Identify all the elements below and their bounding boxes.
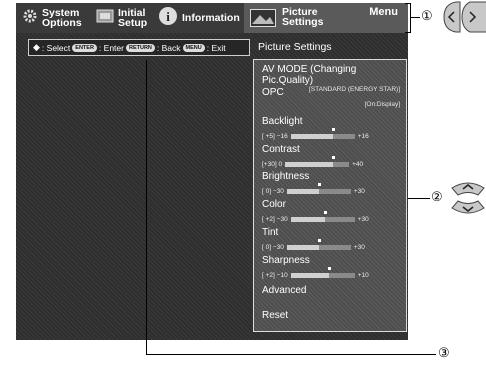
gear-icon — [22, 8, 38, 29]
item-label: AV MODE (Changing Pic.Quality) — [262, 64, 357, 86]
exit-hint: : Exit — [206, 42, 226, 53]
slider-fill — [286, 245, 319, 250]
max-value: +16 — [357, 133, 369, 140]
tab-label: System Options — [42, 7, 82, 29]
picture-settings-panel: AV MODE (Changing Pic.Quality) [STANDARD… — [253, 59, 407, 332]
max-value: +10 — [357, 272, 369, 279]
min-value: 0 — [278, 161, 283, 168]
backlight-slider[interactable]: [ +5] −16 +16 — [262, 128, 369, 140]
max-value: +30 — [353, 188, 365, 195]
callout-two-leader — [408, 198, 430, 199]
menu-item-color[interactable]: Color [ +2] −30 +30 — [262, 199, 400, 227]
tab-initial-setup[interactable]: Initial Setup — [96, 6, 147, 30]
info-icon: i — [158, 6, 178, 31]
menu-button-icon: MENU — [182, 43, 205, 52]
item-label: Color — [262, 199, 286, 210]
callout-two-label: ② — [431, 189, 443, 204]
slider-fill — [285, 162, 334, 167]
select-hint: : Select — [41, 42, 71, 53]
menu-item-reset[interactable]: Reset — [262, 310, 400, 321]
slider-marker — [331, 128, 335, 131]
sharpness-slider[interactable]: [ +2] −10 +10 — [262, 267, 369, 279]
max-value: +30 — [353, 244, 365, 251]
picture-icon — [250, 9, 276, 32]
menu-tab-bar: System Options Initial Setup i Informati… — [16, 3, 408, 33]
menu-title: Menu — [369, 6, 398, 18]
brightness-slider[interactable]: [ 0] −30 +30 — [262, 183, 365, 195]
current-value: [+30] — [262, 161, 277, 168]
setup-icon — [96, 8, 114, 29]
enter-button-icon: ENTER — [72, 43, 97, 52]
callout-three-vertical-leader — [146, 60, 147, 354]
item-label: OPC — [262, 87, 284, 98]
menu-item-contrast[interactable]: Contrast [+30] 0 +40 — [262, 144, 400, 172]
slider-marker — [317, 183, 321, 186]
min-value: −30 — [276, 216, 288, 223]
slider-marker — [317, 239, 321, 242]
callout-one-bracket — [405, 3, 411, 33]
slider-track — [290, 128, 355, 139]
tab-label: Picture Settings — [282, 6, 324, 28]
current-value: [ +5] — [262, 133, 275, 140]
callout-one-leader — [411, 17, 420, 18]
tab-label: Information — [182, 12, 240, 24]
menu-item-advanced[interactable]: Advanced — [262, 285, 400, 296]
item-label: Contrast — [262, 144, 300, 155]
slider-marker — [332, 156, 336, 159]
slider-track — [290, 211, 355, 222]
slider-track — [285, 156, 350, 167]
callout-one-label: ① — [421, 8, 433, 23]
tv-menu-screen: System Options Initial Setup i Informati… — [16, 3, 408, 340]
up-down-buttons-icon — [451, 182, 485, 214]
item-label: Backlight — [262, 116, 303, 127]
item-label: Advanced — [262, 285, 307, 296]
max-value: +40 — [352, 161, 364, 168]
item-value: [On:Display] — [364, 101, 400, 108]
back-hint: : Back — [156, 42, 181, 53]
slider-track — [286, 183, 351, 194]
menu-item-tint[interactable]: Tint [ 0] −30 +30 — [262, 227, 400, 255]
callout-three-horizontal-leader — [146, 354, 436, 355]
navigation-help-bar: ◆ : Select ENTER : Enter RETURN : Back M… — [28, 39, 250, 56]
min-value: −10 — [276, 272, 288, 279]
slider-fill — [286, 189, 319, 194]
tint-slider[interactable]: [ 0] −30 +30 — [262, 239, 365, 251]
slider-marker — [323, 211, 327, 214]
current-value: [ +2] — [262, 272, 275, 279]
menu-item-backlight[interactable]: Backlight [ +5] −16 +16 — [262, 116, 400, 144]
current-value: [ +2] — [262, 216, 275, 223]
item-label: Tint — [262, 227, 279, 238]
max-value: +30 — [357, 216, 369, 223]
left-right-buttons-icon — [443, 1, 486, 33]
slider-track — [286, 239, 351, 250]
min-value: −30 — [272, 188, 284, 195]
menu-item-opc[interactable]: OPC [On:Display] — [262, 87, 400, 108]
item-label: Brightness — [262, 171, 310, 182]
menu-item-brightness[interactable]: Brightness [ 0] −30 +30 — [262, 171, 400, 199]
slider-marker — [328, 267, 332, 270]
current-value: [ 0] — [262, 188, 272, 195]
current-value: [ 0] — [262, 244, 272, 251]
section-title: Picture Settings — [258, 41, 332, 53]
callout-three-label: ③ — [438, 345, 450, 360]
slider-fill — [290, 273, 330, 278]
tab-label: Initial Setup — [118, 7, 148, 29]
contrast-slider[interactable]: [+30] 0 +40 — [262, 156, 364, 168]
svg-text:i: i — [166, 9, 170, 24]
slider-fill — [290, 217, 325, 222]
tab-information[interactable]: i Information — [158, 6, 240, 30]
dpad-icon: ◆ — [33, 42, 40, 52]
color-slider[interactable]: [ +2] −30 +30 — [262, 211, 369, 223]
menu-item-sharpness[interactable]: Sharpness [ +2] −10 +10 — [262, 255, 400, 283]
item-label: Sharpness — [262, 255, 310, 266]
tab-system-options[interactable]: System Options — [22, 6, 82, 30]
slider-track — [290, 267, 355, 278]
enter-hint: : Enter — [98, 42, 124, 53]
min-value: −30 — [272, 244, 284, 251]
slider-fill — [290, 134, 333, 139]
item-label: Reset — [262, 310, 289, 321]
min-value: −16 — [276, 133, 288, 140]
return-button-icon: RETURN — [125, 43, 155, 52]
